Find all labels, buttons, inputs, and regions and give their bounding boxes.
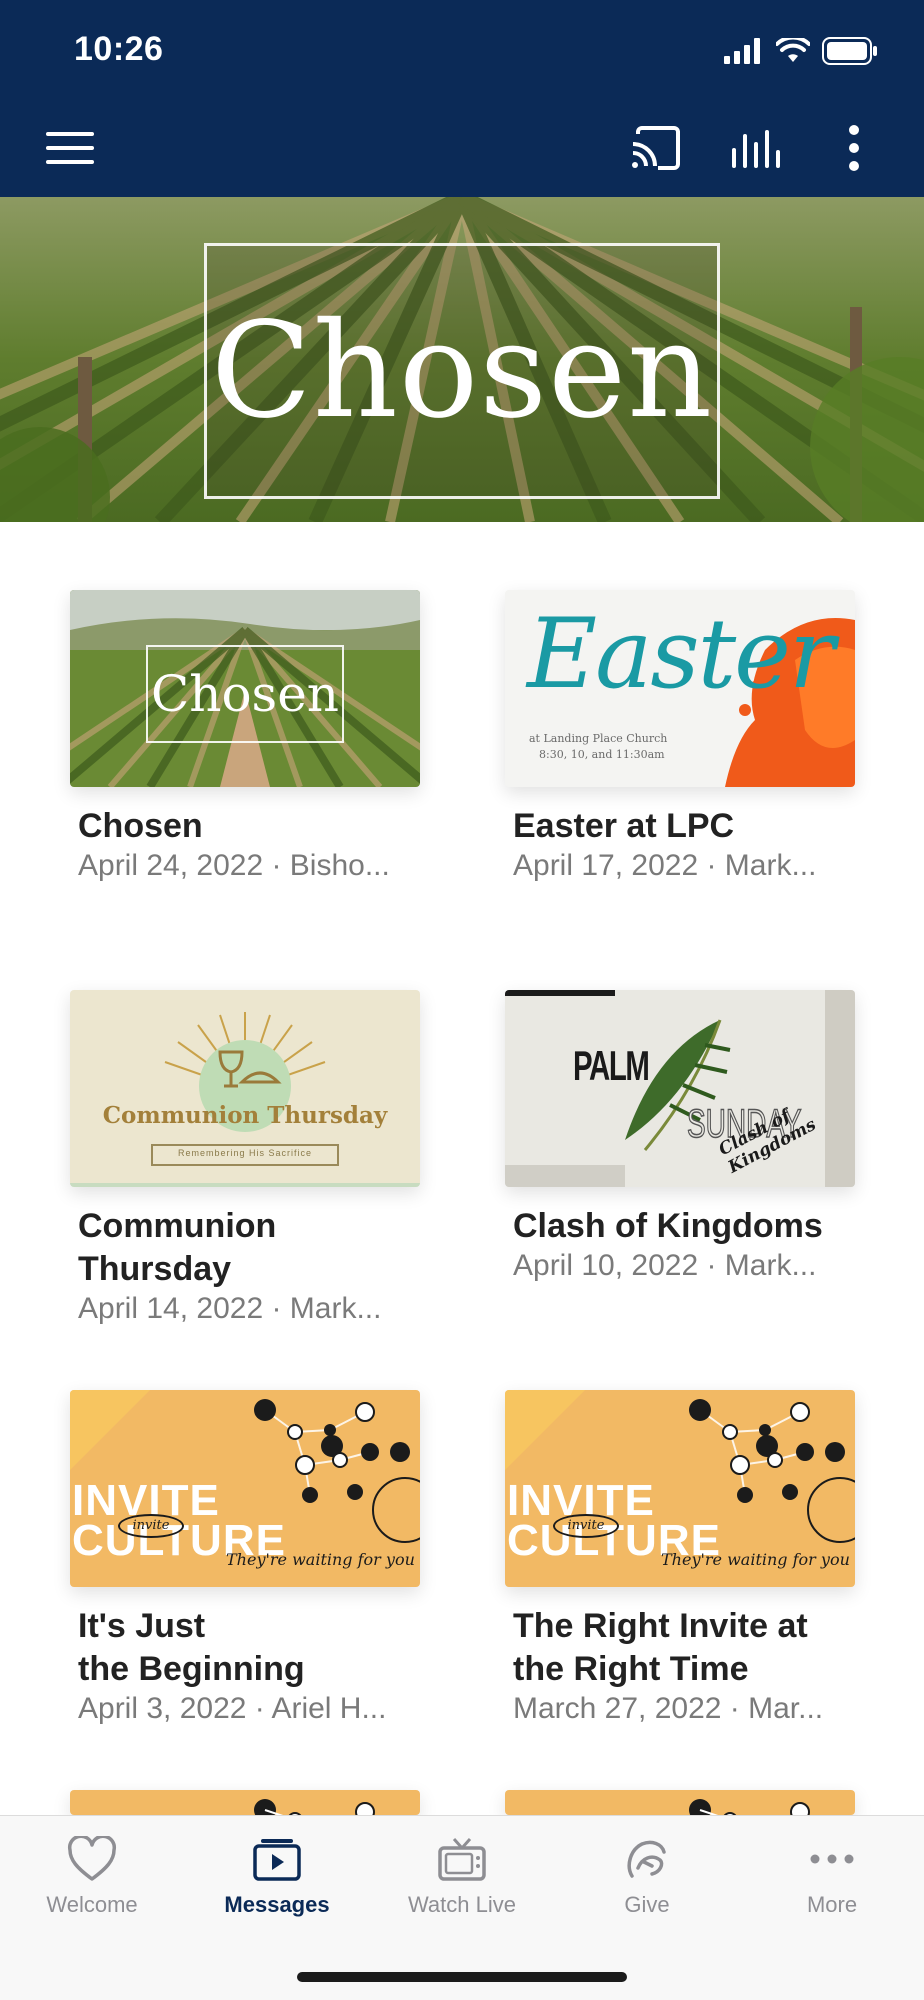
message-card[interactable]: Communion Thursday Remembering His Sacri… bbox=[70, 990, 420, 1327]
tab-label: Welcome bbox=[46, 1892, 138, 1917]
hero-title: Chosen bbox=[210, 294, 714, 448]
message-thumbnail-partial[interactable] bbox=[70, 1790, 420, 1815]
thumbnail-subtitle: They're waiting for you bbox=[661, 1550, 850, 1569]
hero-title-frame: Chosen bbox=[204, 243, 720, 499]
give-icon bbox=[627, 1840, 666, 1878]
message-title: It's Just the Beginning bbox=[78, 1607, 305, 1688]
tab-welcome[interactable]: Welcome bbox=[0, 1836, 184, 1946]
message-card[interactable]: Chosen Chosen April 24, 2022 · Bisho... bbox=[70, 590, 420, 884]
tab-label: Give bbox=[624, 1892, 670, 1917]
thumbnail-subtitle: They're waiting for you bbox=[226, 1550, 415, 1569]
message-thumbnail: Chosen bbox=[70, 590, 420, 787]
message-thumbnail: INVITE CULTURE invite They're waiting fo… bbox=[70, 1390, 420, 1587]
thumbnail-tag: invite bbox=[553, 1514, 619, 1538]
message-title: Easter at LPC bbox=[513, 807, 735, 845]
tv-icon bbox=[438, 1838, 486, 1881]
thumbnail-title: PALM bbox=[573, 1042, 650, 1089]
series-hero-banner: Chosen bbox=[0, 197, 924, 522]
message-thumbnail-partial[interactable] bbox=[505, 1790, 855, 1815]
message-title: Clash of Kingdoms bbox=[513, 1207, 823, 1245]
message-title: Communion Thursday bbox=[78, 1207, 277, 1288]
vertical-dots-icon[interactable] bbox=[836, 120, 872, 176]
thumbnail-subtitle: Remembering His Sacrifice bbox=[177, 1148, 313, 1158]
message-subtitle: April 17, 2022 · Mark... bbox=[513, 849, 817, 882]
battery-icon bbox=[822, 37, 877, 65]
message-thumbnail: PALM SUNDAY Clash of Kingdoms bbox=[505, 990, 855, 1187]
wifi-icon bbox=[776, 38, 810, 62]
message-subtitle: April 24, 2022 · Bisho... bbox=[78, 849, 390, 882]
signal-icon bbox=[724, 38, 760, 64]
message-subtitle: April 10, 2022 · Mark... bbox=[513, 1249, 817, 1282]
home-indicator bbox=[297, 1972, 627, 1982]
message-subtitle: April 3, 2022 · Ariel H... bbox=[78, 1692, 387, 1725]
thumbnail-title: Communion Thursday bbox=[102, 1102, 388, 1129]
message-card[interactable]: PALM SUNDAY Clash of Kingdoms Clash of K… bbox=[505, 990, 855, 1284]
message-thumbnail: INVITE CULTURE invite They're waiting fo… bbox=[505, 1390, 855, 1587]
tab-give[interactable]: Give bbox=[555, 1836, 739, 1946]
thumbnail-title: Easter bbox=[527, 598, 835, 710]
tab-label: Watch Live bbox=[407, 1892, 516, 1917]
tab-label: Messages bbox=[224, 1892, 330, 1917]
message-card[interactable]: INVITE CULTURE invite They're waiting fo… bbox=[505, 1390, 855, 1727]
message-title: The Right Invite at the Right Time bbox=[513, 1607, 808, 1688]
more-dots-icon bbox=[810, 1854, 854, 1864]
audio-bars-icon[interactable] bbox=[726, 122, 786, 174]
top-app-bar: 10:26 bbox=[0, 0, 924, 197]
message-subtitle: March 27, 2022 · Mar... bbox=[513, 1692, 824, 1725]
heart-icon bbox=[67, 1836, 117, 1881]
message-thumbnail: Communion Thursday Remembering His Sacri… bbox=[70, 990, 420, 1187]
tab-more[interactable]: More bbox=[740, 1836, 924, 1946]
tab-messages[interactable]: Messages bbox=[185, 1836, 369, 1946]
thumbnail-times: 8:30, 10, and 11:30am bbox=[539, 748, 665, 761]
thumbnail-title: Chosen bbox=[150, 665, 339, 723]
message-title: Chosen bbox=[78, 807, 203, 845]
message-card[interactable]: INVITE CULTURE invite They're waiting fo… bbox=[70, 1390, 420, 1727]
thumbnail-tag: invite bbox=[118, 1514, 184, 1538]
hamburger-icon[interactable] bbox=[40, 124, 100, 172]
thumbnail-subtitle: at Landing Place Church bbox=[529, 732, 668, 745]
tab-watch-live[interactable]: Watch Live bbox=[370, 1836, 554, 1946]
message-thumbnail: Easter at Landing Place Church 8:30, 10,… bbox=[505, 590, 855, 787]
message-card[interactable]: Easter at Landing Place Church 8:30, 10,… bbox=[505, 590, 855, 884]
message-subtitle: April 14, 2022 · Mark... bbox=[78, 1292, 382, 1325]
status-time: 10:26 bbox=[74, 30, 164, 68]
status-icons bbox=[724, 34, 878, 68]
tab-label: More bbox=[806, 1892, 858, 1917]
cast-icon[interactable] bbox=[626, 122, 686, 174]
thumbnail-title-frame: Chosen bbox=[146, 645, 344, 743]
messages-icon bbox=[253, 1839, 301, 1881]
